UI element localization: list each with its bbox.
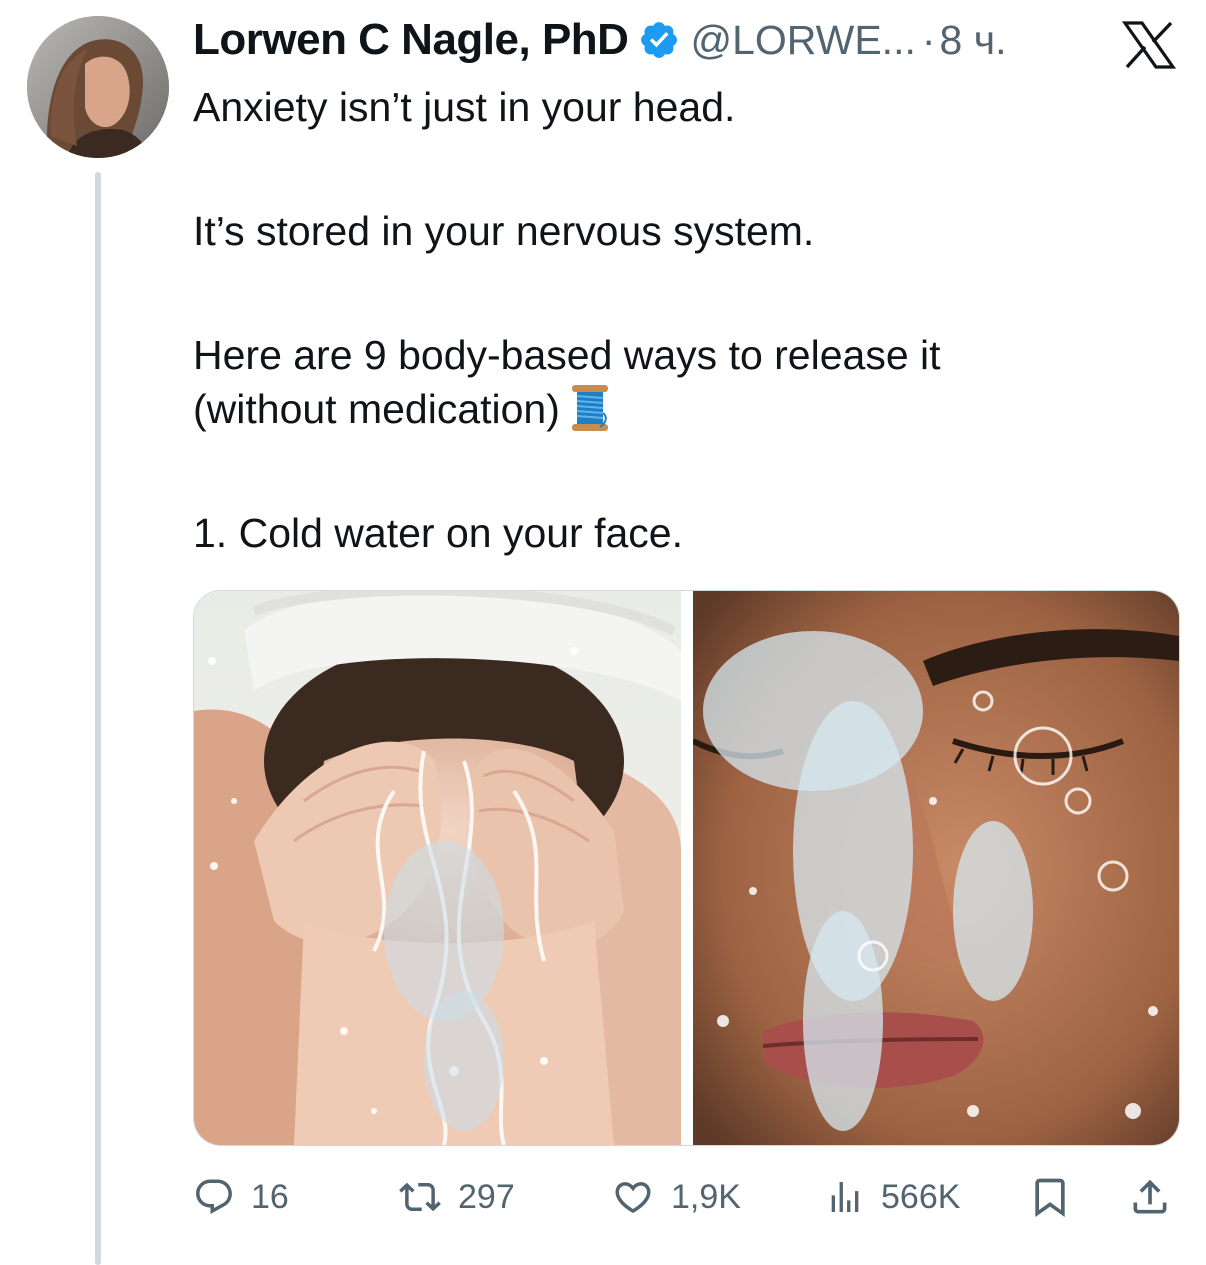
timestamp[interactable]: 8 ч. — [940, 17, 1007, 64]
woman-splashing-water-on-face-photo[interactable] — [194, 591, 681, 1145]
repost-count: 297 — [458, 1177, 515, 1216]
reply-count: 16 — [251, 1177, 289, 1216]
avatar[interactable] — [27, 16, 169, 158]
handle[interactable]: @LORWE... — [690, 17, 915, 64]
x-logo-icon[interactable] — [1121, 20, 1177, 70]
share-icon — [1128, 1174, 1172, 1220]
thread-line — [95, 172, 101, 1265]
reply-button[interactable]: 16 — [193, 1176, 289, 1218]
tweet-actions: 16 297 1,9K 566K — [193, 1168, 1178, 1224]
separator-dot: · — [921, 16, 936, 63]
tweet-line-5: 1. Cold water on your face. — [193, 510, 683, 556]
like-icon — [611, 1176, 655, 1218]
reply-icon — [193, 1176, 235, 1218]
tweet-line-2: It’s stored in your nervous system. — [193, 208, 815, 254]
face-under-water-stream-photo[interactable] — [693, 591, 1179, 1145]
bookmark-button[interactable] — [1028, 1174, 1072, 1220]
spool-of-thread-icon — [568, 383, 612, 433]
repost-icon — [398, 1176, 442, 1218]
tweet-line-1: Anxiety isn’t just in your head. — [193, 84, 736, 130]
repost-button[interactable]: 297 — [398, 1176, 515, 1218]
like-count: 1,9K — [671, 1177, 741, 1216]
bookmark-icon — [1028, 1174, 1072, 1220]
display-name[interactable]: Lorwen C Nagle, PhD — [193, 15, 629, 65]
views-count: 566K — [881, 1177, 961, 1216]
tweet-line-4: (without medication) — [193, 386, 560, 432]
verified-badge-icon[interactable] — [638, 19, 680, 61]
share-button[interactable] — [1128, 1174, 1172, 1220]
like-button[interactable]: 1,9K — [611, 1176, 741, 1218]
media-grid — [193, 590, 1180, 1146]
avatar-image — [27, 16, 169, 158]
tweet-line-4-wrapper: (without medication) — [193, 382, 1183, 436]
views-button[interactable]: 566K — [825, 1176, 960, 1218]
tweet-header: Lorwen C Nagle, PhD @LORWE... · 8 ч. — [193, 12, 1193, 68]
tweet-text: Anxiety isn’t just in your head. It’s st… — [193, 80, 1183, 560]
views-icon — [825, 1176, 865, 1218]
tweet-line-3: Here are 9 body-based ways to release it — [193, 332, 941, 378]
